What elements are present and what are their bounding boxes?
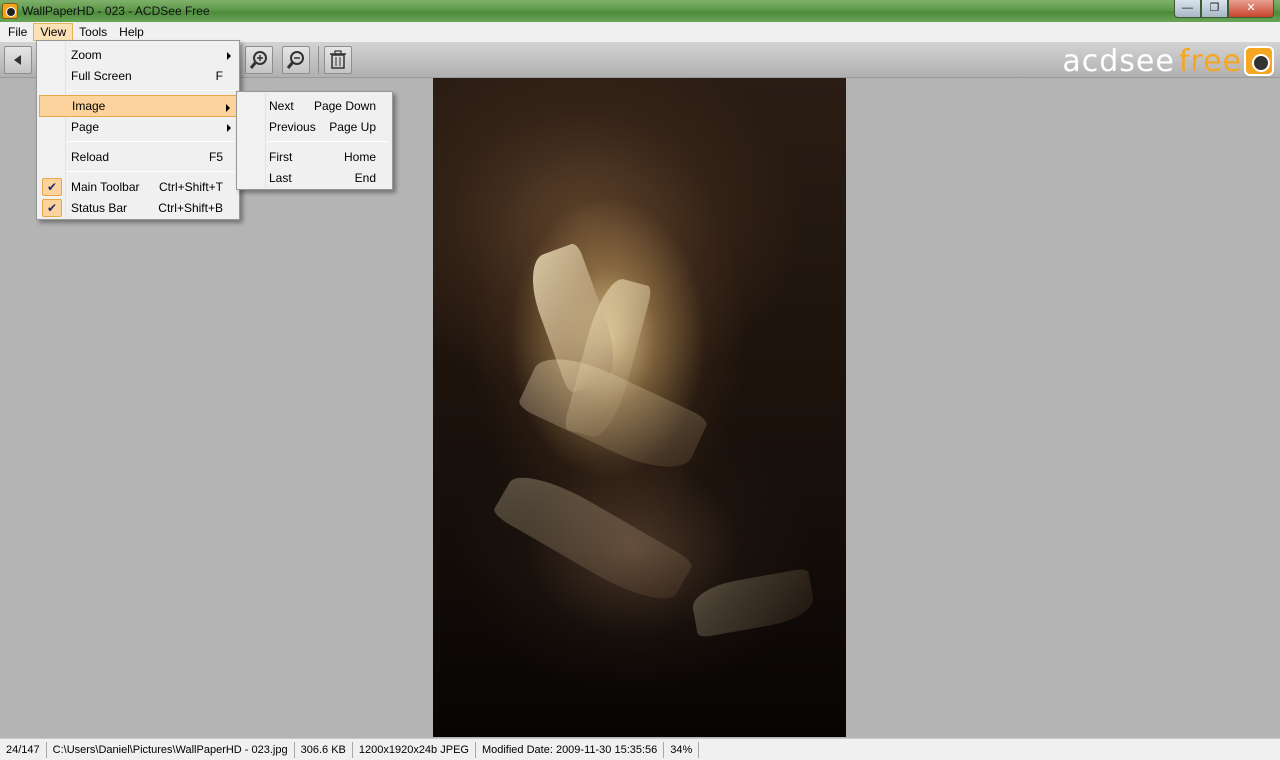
checkmark-icon: ✔ — [42, 199, 62, 217]
close-button[interactable]: ✕ — [1228, 0, 1274, 18]
status-zoom-level: 34% — [664, 741, 700, 758]
window-controls: — ❐ ✕ — [1174, 0, 1274, 18]
status-image-format: 1200x1920x24b JPEG — [353, 741, 476, 758]
submenu-arrow-icon — [227, 52, 231, 60]
toolbar-separator — [318, 46, 319, 74]
menu-item-label: Page — [71, 120, 100, 134]
menu-item-shortcut: Home — [343, 150, 376, 164]
menu-item-previous[interactable]: Previous Page Up — [239, 116, 390, 138]
close-icon: ✕ — [1246, 2, 1256, 14]
triangle-left-icon — [14, 55, 21, 65]
window-title: WallPaperHD - 023 - ACDSee Free — [22, 4, 210, 18]
menu-item-shortcut: F5 — [208, 150, 223, 164]
menu-item-label: Next — [269, 99, 294, 113]
image-submenu: Next Page Down Previous Page Up First Ho… — [236, 91, 393, 190]
menu-item-shortcut: F — [215, 69, 223, 83]
zoom-in-icon — [249, 51, 267, 69]
menu-item-reload[interactable]: Reload F5 — [39, 146, 237, 168]
restore-button[interactable]: ❐ — [1201, 0, 1228, 18]
menu-item-label: First — [269, 150, 293, 164]
logo-text: acdsee — [1062, 43, 1175, 79]
menu-item-next[interactable]: Next Page Down — [239, 95, 390, 117]
menu-help[interactable]: Help — [113, 23, 150, 41]
logo-accent-text: free — [1178, 43, 1242, 79]
zoom-out-button[interactable] — [282, 46, 310, 74]
menu-separator — [67, 90, 235, 91]
menu-item-shortcut: End — [354, 171, 376, 185]
menu-item-shortcut: Ctrl+Shift+B — [158, 201, 223, 215]
status-file-path: C:\Users\Daniel\Pictures\WallPaperHD - 0… — [47, 741, 295, 758]
menu-item-label: Image — [72, 99, 106, 113]
title-bar: WallPaperHD - 023 - ACDSee Free — ❐ ✕ — [0, 0, 1280, 22]
menu-separator — [67, 171, 235, 172]
acdsee-free-logo: acdsee free — [1062, 43, 1274, 79]
menu-tools[interactable]: Tools — [73, 23, 113, 41]
camera-icon — [1244, 46, 1274, 76]
checkmark-icon: ✔ — [42, 178, 62, 196]
menu-separator — [267, 141, 388, 142]
submenu-arrow-icon — [227, 124, 231, 132]
previous-button[interactable] — [4, 46, 32, 74]
status-image-index: 24/147 — [0, 741, 47, 758]
menu-item-shortcut: Page Up — [329, 120, 376, 134]
restore-icon: ❐ — [1209, 2, 1220, 14]
menu-item-label: Zoom — [71, 48, 102, 62]
delete-button[interactable] — [324, 46, 352, 74]
acdsee-app-icon[interactable] — [2, 3, 18, 19]
menu-item-label: Main Toolbar — [71, 180, 140, 194]
menu-item-first[interactable]: First Home — [239, 146, 390, 168]
menu-view[interactable]: View — [33, 23, 74, 41]
image-highlight — [689, 567, 817, 639]
menu-item-full-screen[interactable]: Full Screen F — [39, 65, 237, 87]
menu-item-main-toolbar[interactable]: ✔ Main Toolbar Ctrl+Shift+T — [39, 176, 237, 198]
menu-item-label: Reload — [71, 150, 110, 164]
menu-item-label: Last — [269, 171, 292, 185]
menu-item-zoom[interactable]: Zoom — [39, 44, 237, 66]
menu-item-shortcut: Ctrl+Shift+T — [158, 180, 223, 194]
menu-item-page[interactable]: Page — [39, 116, 237, 138]
zoom-in-button[interactable] — [245, 46, 273, 74]
trash-icon — [330, 50, 346, 69]
menu-item-last[interactable]: Last End — [239, 167, 390, 189]
menu-separator — [67, 141, 235, 142]
menu-item-image[interactable]: Image — [39, 95, 237, 117]
menu-file[interactable]: File — [2, 23, 33, 41]
view-menu: Zoom Full Screen F Image Page Reload F5 … — [36, 40, 240, 220]
menu-item-label: Previous — [269, 120, 316, 134]
displayed-image[interactable] — [433, 78, 846, 737]
menu-item-status-bar[interactable]: ✔ Status Bar Ctrl+Shift+B — [39, 197, 237, 219]
submenu-arrow-icon — [226, 104, 230, 112]
status-bar: 24/147 C:\Users\Daniel\Pictures\WallPape… — [0, 738, 1280, 760]
image-highlight — [491, 462, 695, 614]
menu-item-shortcut: Page Down — [313, 99, 376, 113]
menu-item-label: Status Bar — [71, 201, 128, 215]
zoom-out-icon — [286, 51, 304, 69]
menu-bar: File View Tools Help — [0, 22, 1280, 42]
minimize-button[interactable]: — — [1174, 0, 1201, 18]
menu-item-label: Full Screen — [71, 69, 132, 83]
minimize-icon: — — [1182, 2, 1193, 14]
status-file-size: 306.6 KB — [295, 741, 353, 758]
status-modified-date: Modified Date: 2009-11-30 15:35:56 — [476, 741, 665, 758]
